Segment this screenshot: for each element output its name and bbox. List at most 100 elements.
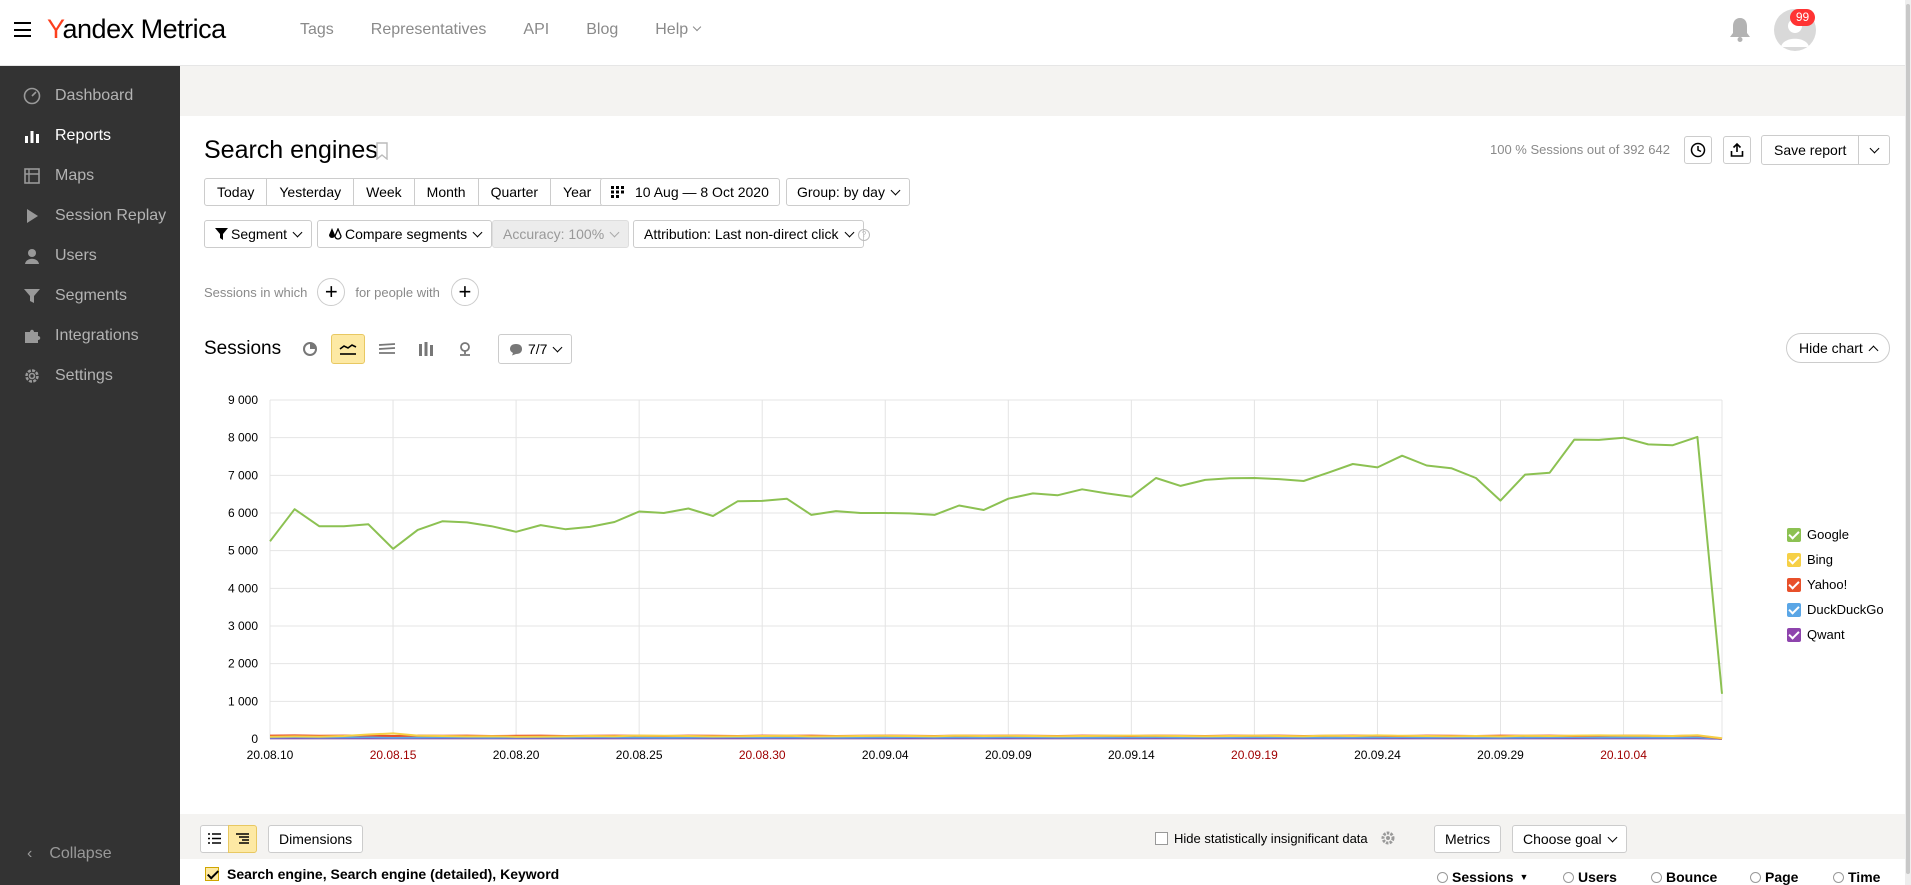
x-tick-label: 20.08.30 bbox=[739, 748, 786, 762]
header-strip bbox=[180, 66, 1905, 116]
nav-tags[interactable]: Tags bbox=[300, 21, 334, 39]
help-icon[interactable]: ? bbox=[858, 229, 870, 241]
tree-view-button[interactable] bbox=[228, 825, 257, 853]
gear-icon[interactable] bbox=[1380, 830, 1396, 846]
top-nav: Tags Representatives API Blog Help bbox=[300, 21, 737, 39]
for-people-with-label: for people with bbox=[355, 284, 440, 300]
bar-chart-icon bbox=[419, 342, 433, 356]
segment-dropdown[interactable]: Segment bbox=[204, 220, 313, 248]
legend-item-duckduckgo[interactable]: DuckDuckGo bbox=[1787, 597, 1884, 622]
column-page[interactable]: Page bbox=[1750, 869, 1798, 885]
period-month[interactable]: Month bbox=[413, 178, 479, 206]
column-time[interactable]: Time bbox=[1833, 869, 1880, 885]
accuracy-label: Accuracy: 100% bbox=[503, 226, 605, 242]
chart-type-map[interactable] bbox=[448, 334, 482, 364]
area-chart-icon bbox=[378, 343, 396, 354]
dimensions-button[interactable]: Dimensions bbox=[268, 825, 364, 853]
checkbox-icon bbox=[1787, 552, 1801, 567]
column-sessions[interactable]: Sessions ▼ bbox=[1437, 869, 1528, 885]
sidebar-item-session-replay[interactable]: Session Replay bbox=[0, 198, 180, 234]
scrollbar-thumb[interactable] bbox=[1906, 4, 1910, 874]
nav-blog[interactable]: Blog bbox=[586, 21, 618, 39]
export-button[interactable] bbox=[1723, 136, 1751, 164]
line-chart-icon bbox=[339, 344, 357, 355]
sidebar-item-dashboard[interactable]: Dashboard bbox=[0, 78, 180, 114]
date-range-label: 10 Aug — 8 Oct 2020 bbox=[635, 184, 769, 200]
bookmark-icon[interactable] bbox=[375, 142, 389, 160]
y-tick-label: 1 000 bbox=[228, 694, 258, 708]
compare-segments-dropdown[interactable]: Compare segments bbox=[317, 220, 493, 248]
legend-item-qwant[interactable]: Qwant bbox=[1787, 622, 1884, 647]
dimension-column-header[interactable]: Search engine, Search engine (detailed),… bbox=[205, 866, 559, 882]
chevron-down-icon bbox=[890, 185, 901, 195]
puzzle-icon bbox=[22, 326, 42, 346]
sidebar-item-settings[interactable]: Settings bbox=[0, 358, 180, 394]
annotations-dropdown[interactable]: 7/7 bbox=[498, 334, 573, 364]
sidebar-item-users[interactable]: Users bbox=[0, 238, 180, 274]
sidebar-item-segments[interactable]: Segments bbox=[0, 278, 180, 314]
attribution-dropdown[interactable]: Attribution: Last non-direct click bbox=[633, 220, 864, 248]
filter-row: Sessions in which + for people with + bbox=[204, 278, 479, 306]
menu-icon[interactable] bbox=[14, 22, 31, 37]
x-tick-label: 20.08.25 bbox=[616, 748, 663, 762]
bell-icon[interactable] bbox=[1729, 16, 1751, 42]
clock-icon bbox=[1690, 142, 1706, 158]
nav-api[interactable]: API bbox=[523, 21, 549, 39]
sidebar-item-reports[interactable]: Reports bbox=[0, 118, 180, 154]
period-year[interactable]: Year bbox=[550, 178, 605, 206]
sidebar-item-integrations[interactable]: Integrations bbox=[0, 318, 180, 354]
sidebar-item-label: Dashboard bbox=[55, 87, 134, 104]
chart-type-area[interactable] bbox=[370, 334, 404, 364]
history-button[interactable] bbox=[1684, 136, 1712, 164]
collapse-label: Collapse bbox=[49, 845, 112, 862]
save-report-dropdown[interactable] bbox=[1859, 136, 1889, 164]
y-tick-label: 5 000 bbox=[228, 544, 258, 558]
x-tick-label: 20.09.09 bbox=[985, 748, 1032, 762]
column-bounce[interactable]: Bounce bbox=[1651, 869, 1717, 885]
collapse-button[interactable]: ‹ Collapse bbox=[0, 836, 180, 872]
metrics-button[interactable]: Metrics bbox=[1434, 825, 1502, 853]
hide-insignificant-toggle[interactable]: Hide statistically insignificant data bbox=[1155, 830, 1396, 846]
checkbox[interactable] bbox=[205, 867, 219, 881]
column-label: Page bbox=[1765, 869, 1799, 885]
checkbox-icon bbox=[1787, 627, 1801, 642]
chart-type-bar[interactable] bbox=[409, 334, 443, 364]
sidebar-item-maps[interactable]: Maps bbox=[0, 158, 180, 194]
group-label: Group: by day bbox=[797, 184, 885, 200]
period-quarter[interactable]: Quarter bbox=[477, 178, 552, 206]
nav-help[interactable]: Help bbox=[655, 21, 702, 39]
chart-type-line[interactable] bbox=[331, 334, 365, 364]
group-dropdown[interactable]: Group: by day bbox=[786, 178, 910, 206]
checkbox[interactable] bbox=[1155, 831, 1168, 845]
segment-label: Segment bbox=[231, 226, 288, 242]
sessions-line-chart: 0 1 000 2 000 3 000 4 000 5 000 6 000 7 000 8 00… bbox=[228, 393, 1723, 762]
legend-item-yahoo[interactable]: Yahoo! bbox=[1787, 572, 1884, 597]
chevron-down-icon bbox=[292, 227, 303, 237]
hide-chart-button[interactable]: Hide chart bbox=[1786, 333, 1890, 363]
chevron-down-icon bbox=[1869, 143, 1880, 153]
logo[interactable]: Yandex Metrica bbox=[47, 14, 226, 45]
add-session-condition-button[interactable]: + bbox=[317, 278, 346, 306]
x-tick-label: 20.09.19 bbox=[1231, 748, 1278, 762]
gear-icon bbox=[22, 366, 42, 386]
period-week[interactable]: Week bbox=[353, 178, 415, 206]
period-yesterday[interactable]: Yesterday bbox=[266, 178, 355, 206]
legend-item-google[interactable]: Google bbox=[1787, 522, 1884, 547]
period-today[interactable]: Today bbox=[204, 178, 268, 206]
y-tick-label: 6 000 bbox=[228, 506, 258, 520]
choose-goal-dropdown[interactable]: Choose goal bbox=[1512, 825, 1627, 853]
date-range-picker[interactable]: 10 Aug — 8 Oct 2020 bbox=[600, 178, 780, 206]
nav-representatives[interactable]: Representatives bbox=[371, 21, 487, 39]
y-tick-label: 2 000 bbox=[228, 657, 258, 671]
save-report-button[interactable]: Save report bbox=[1762, 136, 1860, 164]
upload-icon bbox=[1730, 142, 1744, 157]
chart-type-pie[interactable] bbox=[293, 334, 327, 364]
column-users[interactable]: Users bbox=[1563, 869, 1617, 885]
legend-item-bing[interactable]: Bing bbox=[1787, 547, 1884, 572]
column-label: Users bbox=[1578, 869, 1617, 885]
chevron-down-icon bbox=[844, 227, 854, 237]
pie-chart-icon bbox=[303, 342, 317, 356]
compare-segments-label: Compare segments bbox=[345, 226, 468, 242]
add-people-condition-button[interactable]: + bbox=[450, 278, 479, 306]
flat-view-button[interactable] bbox=[200, 825, 229, 853]
